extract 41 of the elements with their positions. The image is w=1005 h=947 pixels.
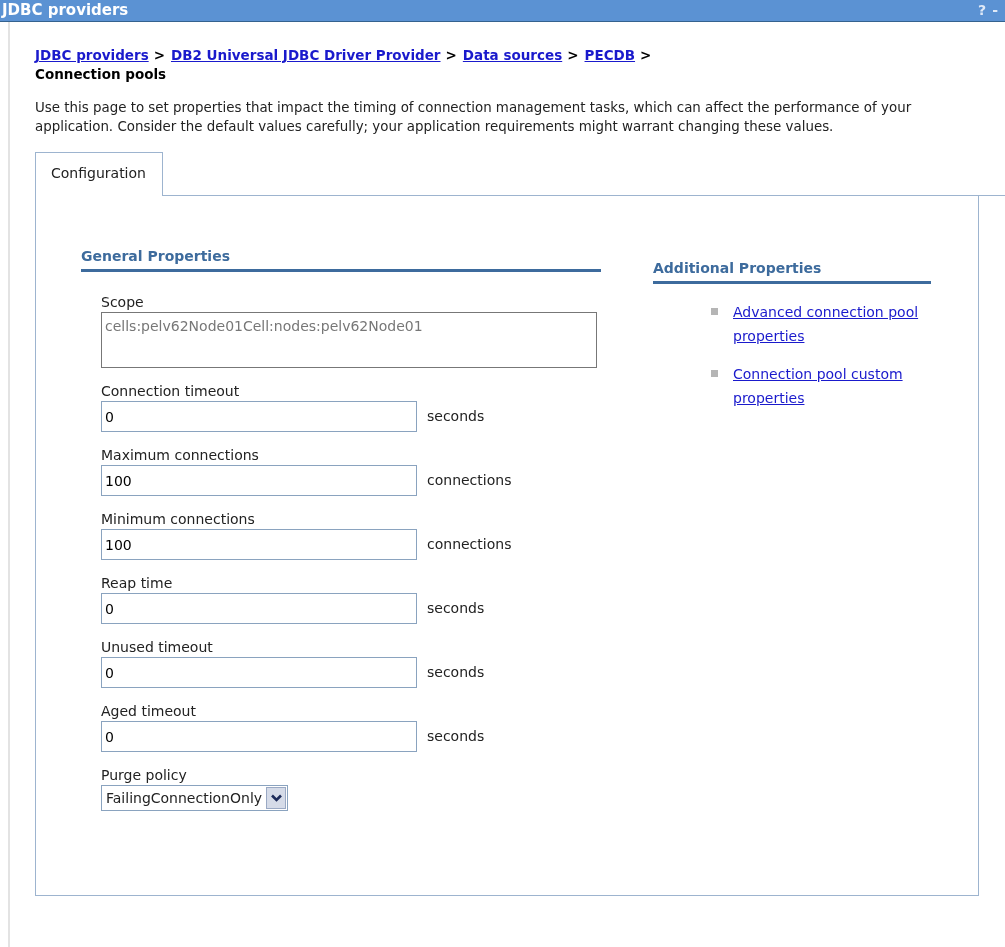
tab[interactable]: Configuration [35,152,163,196]
breadcrumb-separator: > [567,47,579,63]
unit-label: seconds [427,407,485,426]
bullet-icon [711,308,718,315]
breadcrumb-link[interactable]: JDBC providers [35,47,149,63]
field-label: Scope [101,293,145,312]
chevron-down-icon [270,794,282,802]
input-field[interactable]: 100 [101,465,417,496]
description-text: Use this page to set properties that impact the timing of connection management tasks, which can affect the performance of your application. Consider the default values carefully; your application requirements might warrant changing these values. [35,99,913,136]
breadcrumb-link[interactable]: PECDB [584,47,636,63]
breadcrumb-current: Connection pools [35,65,168,84]
input-field[interactable]: 0 [101,657,417,688]
field-label: Purge policy [101,766,188,785]
breadcrumb-link[interactable]: DB2 Universal JDBC Driver Provider [171,47,441,63]
field-label: Connection timeout [101,382,241,401]
section-heading: General Properties [81,246,601,272]
readonly-field: cells:pelv62Node01Cell:nodes:pelv62Node01 [101,312,597,368]
breadcrumb-link[interactable]: Data sources [462,47,563,63]
bullet-icon [711,370,718,377]
property-link[interactable]: Advanced connection pool properties [733,300,923,348]
section-heading: Additional Properties [653,258,931,284]
unit-label: seconds [427,663,485,682]
window-title: JDBC providers [2,0,129,22]
breadcrumb-separator: > [640,47,652,63]
breadcrumb-separator: > [445,47,457,63]
input-field[interactable]: 0 [101,593,417,624]
input-field[interactable]: 100 [101,529,417,560]
unit-label: connections [427,471,512,490]
field-label: Unused timeout [101,638,214,657]
dropdown[interactable]: FailingConnectionOnly [101,785,289,811]
property-link[interactable]: Connection pool custom properties [733,362,923,410]
breadcrumb-separator: > [153,47,165,63]
field-label: Maximum connections [101,446,260,465]
unit-label: connections [427,535,512,554]
unit-label: seconds [427,727,485,746]
input-field[interactable]: 0 [101,721,417,752]
field-label: Aged timeout [101,702,197,721]
field-label: Minimum connections [101,510,256,529]
field-label: Reap time [101,574,174,593]
unit-label: seconds [427,599,485,618]
input-field[interactable]: 0 [101,401,417,432]
